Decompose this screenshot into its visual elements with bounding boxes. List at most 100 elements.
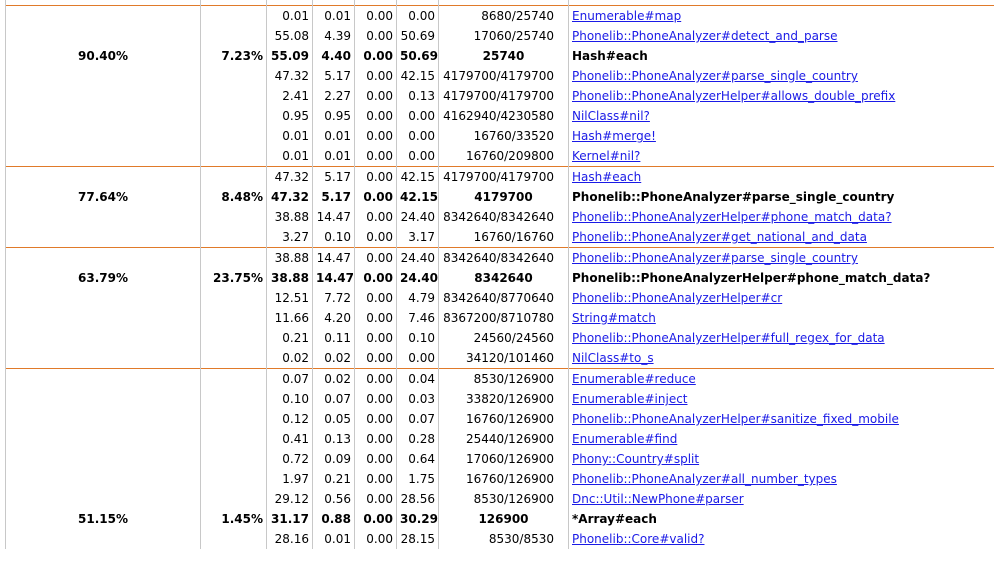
total-percent-cell xyxy=(5,328,201,348)
child-time-cell: 3.17 xyxy=(396,227,439,248)
method-name-cell[interactable]: Kernel#nil? xyxy=(568,146,994,167)
child-time-cell: 0.00 xyxy=(396,146,439,167)
method-link[interactable]: Enumerable#find xyxy=(572,432,677,446)
method-link[interactable]: Hash#merge! xyxy=(572,129,656,143)
wait-time-cell: 0.00 xyxy=(354,86,397,106)
method-name-cell[interactable]: Phonelib::Core#valid? xyxy=(568,529,994,549)
method-row: 0.95 0.95 0.00 0.00 4162940/4230580 NilClass#… xyxy=(5,106,994,126)
method-name-cell: *Array#each xyxy=(568,509,994,529)
self-percent-cell xyxy=(200,409,267,429)
self-time-cell: 4.20 xyxy=(312,308,355,328)
self-time-cell: 7.72 xyxy=(312,288,355,308)
total-percent-cell xyxy=(5,207,201,227)
calls-cell: 34120/101460 xyxy=(438,348,569,369)
calls-cell: 4179700/4179700 xyxy=(438,66,569,86)
method-name-cell[interactable]: Enumerable#find xyxy=(568,429,994,449)
method-name-cell[interactable]: Phonelib::PhoneAnalyzer#get_national_and… xyxy=(568,227,994,248)
method-link[interactable]: Enumerable#inject xyxy=(572,392,688,406)
method-name-cell[interactable]: Phonelib::PhoneAnalyzer#detect_and_parse xyxy=(568,26,994,46)
method-link[interactable]: Phonelib::PhoneAnalyzer#all_number_types xyxy=(572,472,837,486)
method-name-cell[interactable]: Phonelib::PhoneAnalyzerHelper#sanitize_f… xyxy=(568,409,994,429)
method-row: 47.32 5.17 0.00 42.15 4179700/4179700 Phoneli… xyxy=(5,66,994,86)
method-link[interactable]: Enumerable#map xyxy=(572,9,681,23)
method-link[interactable]: Phonelib::PhoneAnalyzerHelper#cr xyxy=(572,291,782,305)
total-time-cell: 55.08 xyxy=(266,26,313,46)
method-link[interactable]: Phonelib::Core#valid? xyxy=(572,532,704,546)
method-name-cell[interactable]: Enumerable#map xyxy=(568,5,994,26)
method-link[interactable]: Phonelib::PhoneAnalyzerHelper#full_regex… xyxy=(572,331,885,345)
method-name-cell[interactable]: Phonelib::PhoneAnalyzerHelper#cr xyxy=(568,288,994,308)
calls-cell: 17060/25740 xyxy=(438,26,569,46)
self-time-cell: 0.56 xyxy=(312,489,355,509)
total-time-cell: 0.01 xyxy=(266,146,313,167)
method-link[interactable]: Phonelib::PhoneAnalyzer#get_national_and… xyxy=(572,230,867,244)
total-time-cell: 28.16 xyxy=(266,529,313,549)
self-percent-cell xyxy=(200,429,267,449)
method-name-cell[interactable]: Dnc::Util::NewPhone#parser xyxy=(568,489,994,509)
total-percent-cell: 90.40% xyxy=(5,46,201,66)
child-time-cell: 1.75 xyxy=(396,469,439,489)
method-name-cell[interactable]: String#match xyxy=(568,308,994,328)
method-link[interactable]: NilClass#to_s xyxy=(572,351,654,365)
total-time-cell: 0.07 xyxy=(266,368,313,389)
method-link[interactable]: Phonelib::PhoneAnalyzer#parse_single_cou… xyxy=(572,251,858,265)
method-link[interactable]: Phony::Country#split xyxy=(572,452,699,466)
wait-time-cell: 0.00 xyxy=(354,187,397,207)
method-name-cell[interactable]: NilClass#nil? xyxy=(568,106,994,126)
self-percent-cell xyxy=(200,389,267,409)
self-percent-cell xyxy=(200,227,267,248)
method-link[interactable]: Phonelib::PhoneAnalyzer#detect_and_parse xyxy=(572,29,838,43)
wait-time-cell: 0.00 xyxy=(354,5,397,26)
wait-time-cell: 0.00 xyxy=(354,489,397,509)
self-percent-cell xyxy=(200,368,267,389)
method-link[interactable]: Phonelib::PhoneAnalyzerHelper#sanitize_f… xyxy=(572,412,899,426)
self-percent-cell xyxy=(200,26,267,46)
child-time-cell: 0.64 xyxy=(396,449,439,469)
wait-time-cell: 0.00 xyxy=(354,509,397,529)
method-name-cell[interactable]: Phonelib::PhoneAnalyzer#parse_single_cou… xyxy=(568,247,994,268)
self-percent-cell xyxy=(200,348,267,369)
method-link[interactable]: Kernel#nil? xyxy=(572,149,640,163)
method-link[interactable]: Dnc::Util::NewPhone#parser xyxy=(572,492,744,506)
total-percent-cell xyxy=(5,469,201,489)
method-link[interactable]: String#match xyxy=(572,311,656,325)
method-name-cell: Hash#each xyxy=(568,46,994,66)
method-link[interactable]: Phonelib::PhoneAnalyzerHelper#phone_matc… xyxy=(572,210,892,224)
method-link[interactable]: Hash#each xyxy=(572,170,641,184)
method-name-cell[interactable]: Enumerable#inject xyxy=(568,389,994,409)
total-time-cell: 0.41 xyxy=(266,429,313,449)
calls-cell: 17060/126900 xyxy=(438,449,569,469)
method-name-cell[interactable]: Phonelib::PhoneAnalyzerHelper#phone_matc… xyxy=(568,207,994,227)
method-name-cell[interactable]: Phonelib::PhoneAnalyzerHelper#full_regex… xyxy=(568,328,994,348)
method-link[interactable]: Phonelib::PhoneAnalyzerHelper#allows_dou… xyxy=(572,89,895,103)
child-time-cell: 0.00 xyxy=(396,126,439,146)
total-time-cell: 0.02 xyxy=(266,348,313,369)
total-percent-cell xyxy=(5,308,201,328)
method-name-cell[interactable]: Phony::Country#split xyxy=(568,449,994,469)
method-name-cell[interactable]: Hash#merge! xyxy=(568,126,994,146)
method-name-cell[interactable]: Phonelib::PhoneAnalyzer#all_number_types xyxy=(568,469,994,489)
method-row-self: 77.64% 8.48% 47.32 5.17 0.00 42.15 4179700 Phon… xyxy=(5,187,994,207)
self-percent-cell xyxy=(200,146,267,167)
method-row: 47.32 5.17 0.00 42.15 4179700/4179700 Hash#ea… xyxy=(5,166,994,187)
method-link[interactable]: NilClass#nil? xyxy=(572,109,650,123)
self-time-cell: 0.01 xyxy=(312,126,355,146)
total-time-cell: 0.95 xyxy=(266,106,313,126)
method-row-self: 51.15% 1.45% 31.17 0.88 0.00 30.29 126900 *Arra… xyxy=(5,509,994,529)
wait-time-cell: 0.00 xyxy=(354,66,397,86)
method-name-cell[interactable]: Enumerable#reduce xyxy=(568,368,994,389)
self-time-cell: 2.27 xyxy=(312,86,355,106)
method-name-cell[interactable]: Phonelib::PhoneAnalyzerHelper#allows_dou… xyxy=(568,86,994,106)
total-percent-cell xyxy=(5,368,201,389)
method-row: 2.41 2.27 0.00 0.13 4179700/4179700 Phonelib:… xyxy=(5,86,994,106)
calls-cell: 16760/126900 xyxy=(438,409,569,429)
method-name-cell[interactable]: Phonelib::PhoneAnalyzer#parse_single_cou… xyxy=(568,66,994,86)
method-name-cell[interactable]: NilClass#to_s xyxy=(568,348,994,369)
method-link[interactable]: Phonelib::PhoneAnalyzer#parse_single_cou… xyxy=(572,69,858,83)
wait-time-cell: 0.00 xyxy=(354,308,397,328)
self-time-cell: 0.13 xyxy=(312,429,355,449)
total-time-cell: 1.97 xyxy=(266,469,313,489)
method-name-cell[interactable]: Hash#each xyxy=(568,166,994,187)
wait-time-cell: 0.00 xyxy=(354,409,397,429)
method-link[interactable]: Enumerable#reduce xyxy=(572,372,696,386)
